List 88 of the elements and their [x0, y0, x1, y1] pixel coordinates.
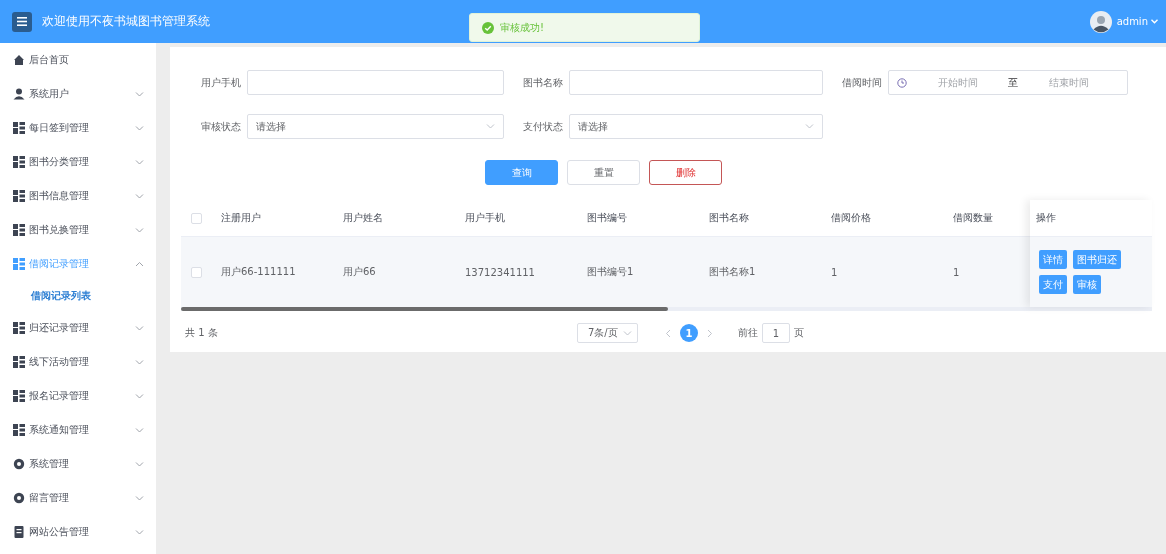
sidebar-item[interactable]: 报名记录管理	[0, 379, 156, 413]
range-separator: 至	[1008, 75, 1019, 90]
sidebar-item[interactable]: 图书分类管理	[0, 145, 156, 179]
sidebar-item[interactable]: 每日签到管理	[0, 111, 156, 145]
sidebar-item[interactable]: 线下活动管理	[0, 345, 156, 379]
chevron-icon	[135, 528, 144, 536]
field-label: 借阅时间	[841, 75, 884, 90]
home-icon	[13, 54, 25, 66]
select-field[interactable]: 请选择	[569, 114, 823, 139]
sidebar-item[interactable]: 系统用户	[0, 77, 156, 111]
table-cell: 1	[831, 266, 838, 278]
page-input[interactable]: 1	[762, 323, 790, 343]
chevron-icon	[135, 158, 144, 166]
sidebar-item[interactable]: 系统通知管理	[0, 413, 156, 447]
grid-icon	[13, 224, 25, 236]
caret-icon	[1151, 19, 1158, 24]
next-icon	[707, 328, 713, 338]
table-cell: 13712341111	[465, 266, 535, 278]
sidebar-item[interactable]: 后台首页	[0, 43, 156, 77]
chevron-icon	[135, 260, 144, 268]
delete-button[interactable]: 删除	[649, 160, 722, 185]
total-count: 共 1 条	[185, 326, 219, 340]
chevron-icon	[135, 90, 144, 98]
app-title: 欢迎使用不夜书城图书管理系统	[42, 13, 210, 30]
column-header: 借阅价格	[831, 211, 871, 225]
column-header: 操作	[1036, 211, 1056, 225]
page-label: 页	[794, 326, 804, 340]
grid-icon	[13, 156, 25, 168]
chevron-icon	[805, 123, 814, 130]
input-field[interactable]	[247, 70, 504, 95]
message-text: 审核成功!	[500, 20, 544, 35]
prev-icon	[665, 328, 671, 338]
chevron-icon	[623, 329, 632, 337]
chevron-icon	[135, 426, 144, 434]
column-header: 用户姓名	[343, 211, 383, 225]
chevron-icon	[135, 460, 144, 468]
goto-label: 前往	[738, 326, 758, 340]
date-range-field[interactable]: 开始时间 至 结束时间	[888, 70, 1128, 95]
select-field[interactable]: 请选择	[247, 114, 504, 139]
sidebar-item[interactable]: 归还记录管理	[0, 311, 156, 345]
column-header: 用户手机	[465, 211, 505, 225]
table-cell: 图书编号1	[587, 265, 634, 279]
reset-button[interactable]: 重置	[567, 160, 640, 185]
sidebar-item[interactable]: 留言管理	[0, 481, 156, 515]
grid-icon	[13, 424, 25, 436]
menu-icon	[17, 17, 27, 26]
grid-icon	[13, 258, 25, 270]
table-cell: 用户66-111111	[221, 265, 296, 279]
field-label: 用户手机	[200, 75, 242, 90]
sidebar-item[interactable]: 图书兑换管理	[0, 213, 156, 247]
page-size-select[interactable]: 7条/页	[577, 323, 638, 343]
grid-icon	[13, 390, 25, 402]
chevron-icon	[135, 358, 144, 366]
field-label: 支付状态	[522, 119, 565, 134]
chevron-icon	[135, 392, 144, 400]
grid-icon	[13, 322, 25, 334]
column-header: 图书名称	[709, 211, 749, 225]
sidebar-item[interactable]: 系统管理	[0, 447, 156, 481]
table-cell: 图书名称1	[709, 265, 756, 279]
column-header: 借阅数量	[953, 211, 993, 225]
grid-icon	[13, 190, 25, 202]
sidebar-item[interactable]: 网站公告管理	[0, 515, 156, 549]
field-label: 审核状态	[200, 119, 242, 134]
checkbox[interactable]	[190, 266, 202, 278]
clock-icon	[897, 77, 908, 88]
column-header: 图书编号	[587, 211, 627, 225]
field-label: 图书名称	[522, 75, 565, 90]
sidebar-item[interactable]: 图书信息管理	[0, 179, 156, 213]
sidebar-subitem[interactable]: 借阅记录列表	[0, 281, 156, 311]
menu-button[interactable]	[12, 11, 32, 32]
chevron-icon	[135, 192, 144, 200]
chevron-icon	[135, 324, 144, 332]
table-cell: 1	[953, 266, 960, 278]
column-header: 注册用户	[221, 211, 261, 225]
scrollbar-thumb[interactable]	[181, 307, 668, 311]
chevron-icon	[135, 226, 144, 234]
input-field[interactable]	[569, 70, 823, 95]
grid-icon	[13, 122, 25, 134]
check-circle-icon	[482, 21, 494, 34]
chevron-icon	[135, 124, 144, 132]
avatar-icon	[1089, 10, 1112, 33]
grid-icon	[13, 356, 25, 368]
document-icon	[13, 526, 25, 538]
user-icon	[13, 88, 25, 100]
table-cell: 用户66	[343, 265, 376, 279]
checkbox[interactable]	[190, 212, 202, 224]
chevron-icon	[486, 123, 495, 130]
chevron-icon	[135, 494, 144, 502]
